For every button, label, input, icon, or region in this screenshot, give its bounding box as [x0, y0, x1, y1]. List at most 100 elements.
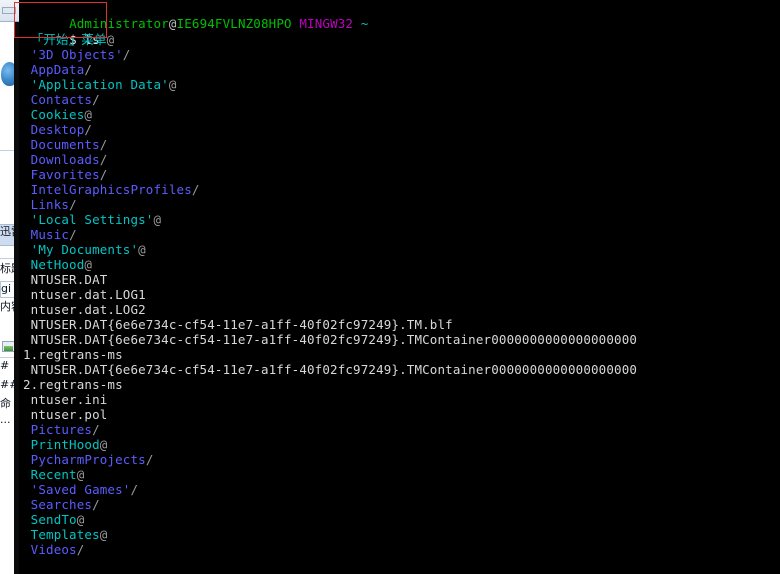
ls-entry: 2.regtrans-ms [23, 377, 123, 392]
ls-entry: '3D Objects'/ [23, 47, 131, 62]
terminal-window[interactable]: Administrator@IE694FVLNZ08HPO MINGW32 ~ … [19, 0, 780, 574]
ls-entry-name: NetHood [23, 257, 85, 272]
ls-entry: ntuser.ini [23, 392, 108, 407]
ls-entry: Recent@ [23, 467, 85, 482]
ls-entry: Contacts/ [23, 92, 100, 107]
ls-dir-marker: / [84, 122, 93, 137]
ls-entry-name: Cookies [23, 107, 85, 122]
ls-entry-name: Videos [23, 542, 77, 557]
background-window-row-label: # [0, 359, 10, 372]
prompt-path: ~ [360, 16, 369, 31]
ls-link-marker: @ [99, 527, 108, 542]
ls-entry-name: ntuser.dat.LOG1 [23, 287, 146, 302]
ls-entry: Cookies@ [23, 107, 92, 122]
ls-entry: Templates@ [23, 527, 108, 542]
ls-dir-marker: / [69, 197, 77, 212]
ls-entry: 1.regtrans-ms [23, 347, 123, 362]
ls-entry-name: SendTo [23, 512, 77, 527]
ls-entry-name: ntuser.pol [23, 407, 108, 422]
ls-entry: PrintHood@ [23, 437, 108, 452]
ls-entry-name: ntuser.ini [23, 392, 108, 407]
ls-entry: Downloads/ [23, 152, 108, 167]
ls-entry: Desktop/ [23, 122, 92, 137]
ls-entry-name: 「开始」菜单 [23, 32, 107, 47]
ls-link-marker: @ [153, 212, 162, 227]
ls-dir-marker: / [99, 167, 108, 182]
ls-entry: NTUSER.DAT{6e6e734c-cf54-11e7-a1ff-40f02… [23, 362, 637, 377]
ls-dir-marker: / [84, 62, 93, 77]
prompt-shell: MINGW32 [299, 16, 354, 31]
screen: 迅雷 标题 gi 内容 # ## 命 ··· Administrator [0, 0, 780, 574]
ls-entry-name: Desktop [23, 122, 85, 137]
ls-link-marker: @ [84, 107, 93, 122]
ls-entry: 'Application Data'@ [23, 77, 177, 92]
ls-entry: 「开始」菜单@ [23, 32, 114, 47]
ls-entry-name: '3D Objects' [23, 47, 123, 62]
ls-entry-name: NTUSER.DAT{6e6e734c-cf54-11e7-a1ff-40f02… [23, 317, 453, 332]
ls-entry: Pictures/ [23, 422, 100, 437]
ls-entry-name: Links [23, 197, 70, 212]
ls-dir-marker: / [92, 92, 100, 107]
ls-entry: ntuser.pol [23, 407, 108, 422]
ls-entry-name: PrintHood [23, 437, 100, 452]
prompt-host: IE694FVLNZ08HPO [176, 16, 292, 31]
ls-entry: AppData/ [23, 62, 92, 77]
ls-entry: IntelGraphicsProfiles/ [23, 182, 200, 197]
ls-entry: Music/ [23, 227, 77, 242]
ls-entry-name: 2.regtrans-ms [23, 377, 123, 392]
background-window-row-label: ··· [0, 416, 11, 429]
ls-entry-name: 'My Documents' [23, 242, 139, 257]
ls-entry-name: 'Application Data' [23, 77, 169, 92]
ls-link-marker: @ [84, 257, 93, 272]
ls-entry-name: ntuser.dat.LOG2 [23, 302, 146, 317]
ls-entry-name: Searches [23, 497, 93, 512]
ls-dir-marker: / [122, 47, 131, 62]
ls-entry-name: AppData [23, 62, 85, 77]
ls-dir-marker: / [76, 542, 85, 557]
ls-entry-name: Favorites [23, 167, 100, 182]
ls-entry-name: PycharmProjects [23, 452, 146, 467]
ls-entry: NTUSER.DAT [23, 272, 108, 287]
ls-entry-name: IntelGraphicsProfiles [23, 182, 192, 197]
ls-entry-name: NTUSER.DAT [23, 272, 108, 287]
ls-dir-marker: / [99, 137, 108, 152]
background-window-row-label: gi [1, 282, 12, 295]
ls-entry: 'Saved Games'/ [23, 482, 138, 497]
ls-entry-name: 'Saved Games' [23, 482, 131, 497]
ls-entry: Links/ [23, 197, 77, 212]
ls-dir-marker: / [130, 482, 139, 497]
ls-entry-name: NTUSER.DAT{6e6e734c-cf54-11e7-a1ff-40f02… [23, 362, 638, 377]
ls-entry-name: Templates [23, 527, 100, 542]
ls-entry-name: Contacts [23, 92, 93, 107]
prompt-at: @ [168, 16, 177, 31]
ls-dir-marker: / [92, 497, 100, 512]
ls-link-marker: @ [99, 437, 108, 452]
ls-entry: Searches/ [23, 497, 100, 512]
ls-entry: Favorites/ [23, 167, 108, 182]
ls-entry: NTUSER.DAT{6e6e734c-cf54-11e7-a1ff-40f02… [23, 317, 453, 332]
ls-dir-marker: / [145, 452, 154, 467]
ls-entry: Videos/ [23, 542, 85, 557]
ls-entry: 'My Documents'@ [23, 242, 146, 257]
ls-entry: 'Local Settings'@ [23, 212, 161, 227]
ls-entry-name: 'Local Settings' [23, 212, 154, 227]
ls-entry: PycharmProjects/ [23, 452, 154, 467]
ls-entry: NetHood@ [23, 257, 92, 272]
ls-link-marker: @ [168, 77, 177, 92]
background-window[interactable]: 迅雷 标题 gi 内容 # ## 命 ··· [0, 0, 19, 574]
ls-entry: ntuser.dat.LOG2 [23, 302, 146, 317]
ls-entry-name: 1.regtrans-ms [23, 347, 123, 362]
ls-entry-name: Pictures [23, 422, 93, 437]
ls-entry-name: NTUSER.DAT{6e6e734c-cf54-11e7-a1ff-40f02… [23, 332, 638, 347]
ls-dir-marker: / [92, 422, 100, 437]
ls-entry-name: Music [23, 227, 70, 242]
ls-entry-name: Recent [23, 467, 77, 482]
ls-link-marker: @ [76, 467, 85, 482]
ls-entry-name: Downloads [23, 152, 100, 167]
ls-entry: Documents/ [23, 137, 108, 152]
background-window-row-label: 命 [0, 397, 11, 410]
ls-entry: NTUSER.DAT{6e6e734c-cf54-11e7-a1ff-40f02… [23, 332, 637, 347]
background-window-toolbar-button[interactable] [2, 7, 16, 14]
ls-entry: ntuser.dat.LOG1 [23, 287, 146, 302]
ls-entry: SendTo@ [23, 512, 85, 527]
